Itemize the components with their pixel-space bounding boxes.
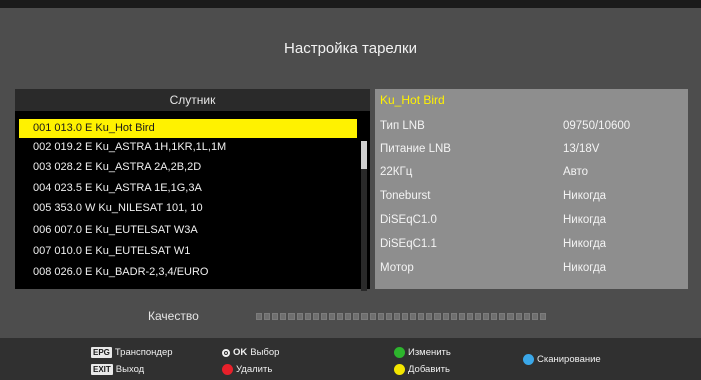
quality-label: Качество [148, 309, 199, 323]
quality-segment [377, 313, 384, 320]
satellite-row[interactable]: 005 353.0 W Ku_NILESAT 101, 10 [19, 199, 359, 218]
help-epg[interactable]: EPG Транспондер [91, 347, 173, 358]
quality-segment [515, 313, 522, 320]
epg-key-icon: EPG [91, 347, 112, 358]
satellite-row[interactable]: 006 007.0 E Ku_EUTELSAT W3A [19, 221, 359, 240]
quality-segment [499, 313, 506, 320]
satellite-list-header: Слутник [15, 89, 370, 111]
quality-segment [466, 313, 473, 320]
help-yellow[interactable]: Добавить [394, 364, 450, 375]
setting-value: 13/18V [563, 143, 600, 155]
quality-segment [483, 313, 490, 320]
help-yellow-label: Добавить [408, 364, 450, 375]
quality-segment [491, 313, 498, 320]
quality-segment [328, 313, 336, 320]
scrollbar-thumb[interactable] [361, 141, 367, 169]
satellite-settings-panel: Ku_Hot Bird Тип LNB 09750/10600 Питание … [375, 89, 688, 289]
satellite-list-panel: Слутник 001 013.0 E Ku_Hot Bird 002 019.… [15, 89, 370, 291]
exit-key-icon: EXIT [91, 364, 113, 375]
red-button-icon [222, 364, 233, 375]
quality-segment [531, 313, 538, 320]
help-epg-label: Транспондер [114, 347, 173, 358]
setting-lnb-power[interactable]: Питание LNB 13/18V [375, 137, 688, 161]
help-exit[interactable]: EXIT Выход [91, 364, 144, 375]
yellow-button-icon [394, 364, 405, 375]
help-red[interactable]: Удалить [222, 364, 272, 375]
quality-segment [523, 313, 530, 320]
satellite-row[interactable]: 002 019.2 E Ku_ASTRA 1H,1KR,1L,1M [19, 138, 359, 157]
setting-lnb-type[interactable]: Тип LNB 09750/10600 [375, 114, 688, 138]
help-green-label: Изменить [408, 347, 451, 358]
help-blue-label: Сканирование [537, 354, 601, 365]
signal-quality-meter [256, 313, 546, 320]
quality-segment [296, 313, 303, 320]
setting-toneburst[interactable]: Toneburst Никогда [375, 184, 688, 208]
selected-satellite-name: Ku_Hot Bird [380, 93, 445, 107]
quality-segment [442, 313, 449, 320]
quality-segment [256, 313, 263, 320]
quality-segment [385, 313, 392, 320]
quality-segment [353, 313, 360, 320]
setting-label: 22КГц [380, 166, 413, 178]
quality-segment [450, 313, 457, 320]
setting-label: DiSEqC1.1 [380, 238, 437, 250]
ok-button-icon [222, 348, 230, 357]
setting-value: Никогда [563, 238, 607, 250]
setting-diseqc11[interactable]: DiSEqC1.1 Никогда [375, 232, 688, 256]
page-title: Настройка тарелки [284, 40, 417, 57]
quality-segment [539, 313, 546, 320]
quality-segment [507, 313, 514, 320]
quality-segment [345, 313, 352, 320]
setting-label: Питание LNB [380, 143, 451, 155]
help-ok[interactable]: OK Выбор [222, 347, 279, 358]
setting-motor[interactable]: Мотор Никогда [375, 256, 688, 280]
quality-segment [401, 313, 409, 320]
quality-segment [458, 313, 465, 320]
help-ok-label: Выбор [250, 347, 280, 358]
setting-diseqc10[interactable]: DiSEqC1.0 Никогда [375, 208, 688, 232]
quality-segment [312, 313, 319, 320]
quality-segment [288, 313, 295, 320]
satellite-row[interactable]: 008 026.0 E Ku_BADR-2,3,4/EURO [19, 263, 359, 282]
quality-segment [361, 313, 368, 320]
setting-label: Toneburst [380, 190, 431, 202]
green-button-icon [394, 347, 405, 358]
blue-button-icon [523, 354, 534, 365]
satellite-row[interactable]: 007 010.0 E Ku_EUTELSAT W1 [19, 242, 359, 261]
setting-value: Никогда [563, 262, 607, 274]
quality-segment [474, 313, 482, 320]
help-green[interactable]: Изменить [394, 347, 451, 358]
quality-segment [320, 313, 327, 320]
quality-segment [434, 313, 441, 320]
quality-segment [393, 313, 400, 320]
quality-segment [369, 313, 376, 320]
top-bar [0, 0, 701, 8]
quality-segment [418, 313, 425, 320]
help-blue[interactable]: Сканирование [523, 354, 601, 365]
satellite-row[interactable]: 003 028.2 E Ku_ASTRA 2A,2B,2D [19, 158, 359, 177]
quality-segment [337, 313, 344, 320]
setting-label: DiSEqC1.0 [380, 214, 437, 226]
quality-segment [280, 313, 287, 320]
quality-segment [426, 313, 433, 320]
setting-value: 09750/10600 [563, 120, 631, 132]
satellite-row[interactable]: 001 013.0 E Ku_Hot Bird [19, 119, 357, 138]
list-scrollbar[interactable] [361, 141, 367, 291]
setting-value: Никогда [563, 190, 607, 202]
quality-segment [264, 313, 271, 320]
setting-value: Авто [563, 166, 589, 178]
quality-segment [272, 313, 279, 320]
help-bar: EPG Транспондер EXIT Выход OK Выбор Удал… [0, 338, 701, 380]
help-exit-label: Выход [115, 364, 145, 375]
setting-label: Мотор [380, 262, 414, 274]
quality-segment [410, 313, 417, 320]
satellite-row[interactable]: 004 023.5 E Ku_ASTRA 1E,1G,3A [19, 179, 359, 198]
quality-segment [304, 313, 311, 320]
setting-value: Никогда [563, 214, 607, 226]
satellite-list: 001 013.0 E Ku_Hot Bird 002 019.2 E Ku_A… [15, 111, 370, 291]
help-red-label: Удалить [236, 364, 273, 375]
setting-22khz[interactable]: 22КГц Авто [375, 160, 688, 184]
ok-key-label: OK [233, 347, 248, 358]
setting-label: Тип LNB [380, 120, 425, 132]
